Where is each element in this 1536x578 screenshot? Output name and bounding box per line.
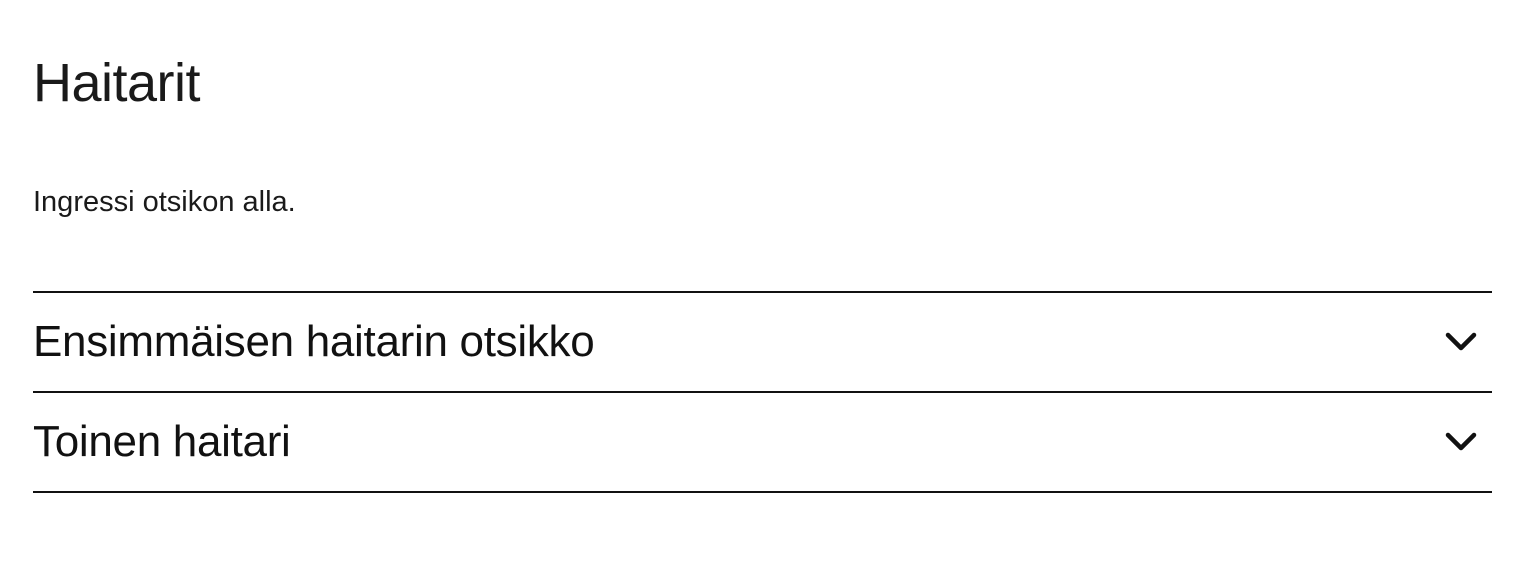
chevron-down-icon [1444,325,1478,359]
accordion: Ensimmäisen haitarin otsikko Toinen hait… [33,291,1492,493]
accordion-toggle-first[interactable]: Ensimmäisen haitarin otsikko [33,293,1492,391]
chevron-down-icon [1444,425,1478,459]
accordion-title: Toinen haitari [33,417,291,466]
accordion-title: Ensimmäisen haitarin otsikko [33,317,595,366]
lead-paragraph: Ingressi otsikon alla. [33,186,296,218]
accordion-item: Toinen haitari [33,393,1492,493]
accordion-toggle-second[interactable]: Toinen haitari [33,393,1492,491]
page-title: Haitarit [33,53,201,113]
accordion-item: Ensimmäisen haitarin otsikko [33,293,1492,393]
